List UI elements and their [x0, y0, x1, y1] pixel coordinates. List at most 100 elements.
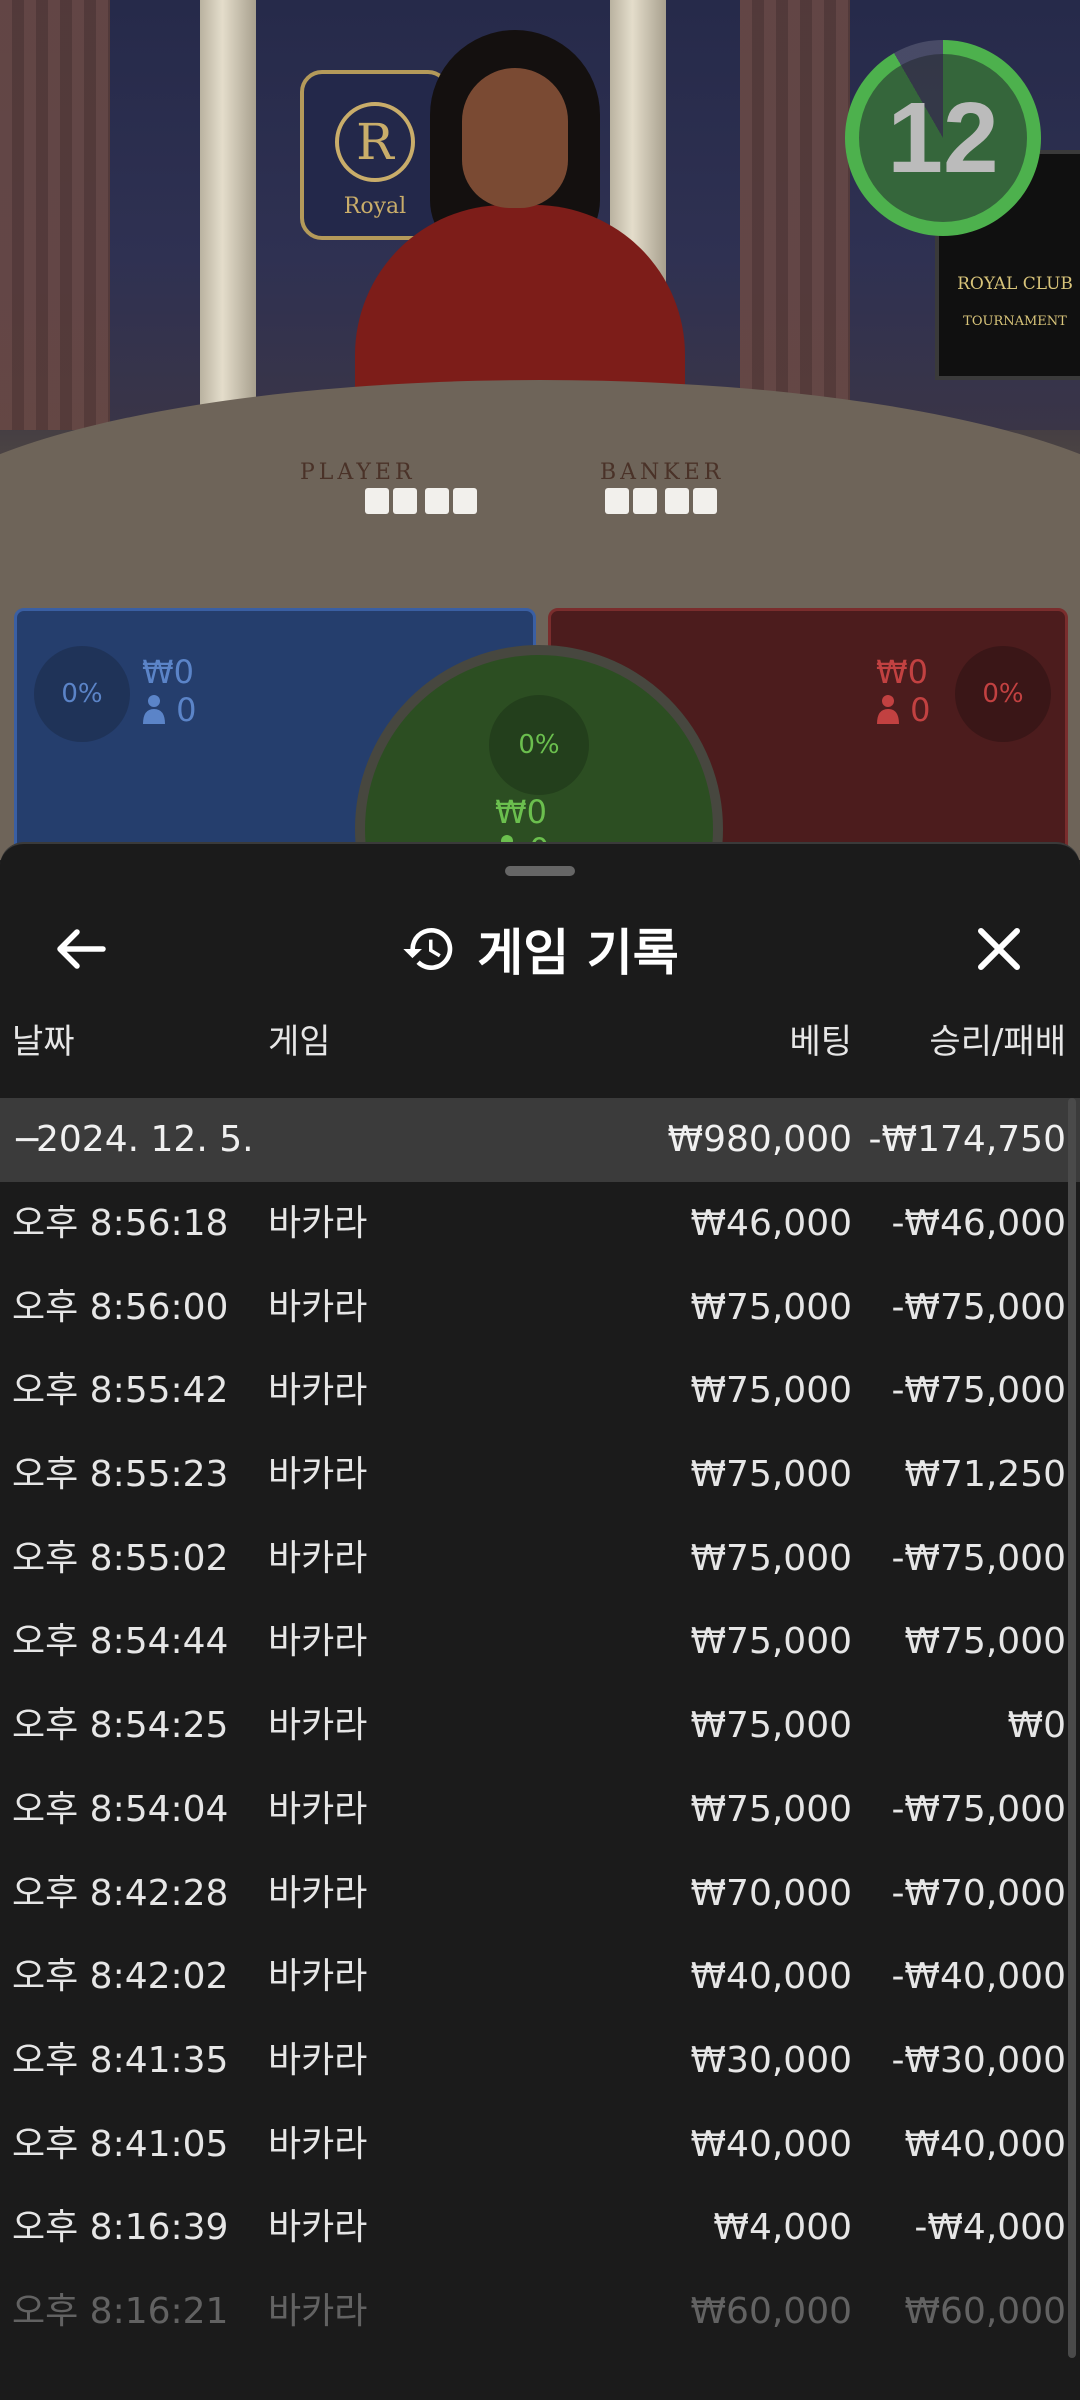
row-result: -₩30,000	[891, 2039, 1066, 2081]
playing-card	[605, 488, 629, 514]
row-bet: ₩40,000	[690, 1956, 852, 1998]
row-bet: ₩4,000	[713, 2207, 852, 2249]
scrollbar[interactable]	[1068, 1098, 1076, 2358]
row-bet: ₩75,000	[690, 1370, 852, 1412]
row-time: 오후 8:41:05	[12, 2123, 229, 2165]
curtain-left	[0, 0, 110, 430]
live-video-stream: R Royal ROYAL CLUB TOURNAMENT PLAYER BAN…	[0, 0, 1080, 860]
sheet-title: 게임 기록	[477, 924, 679, 982]
row-time: 오후 8:55:23	[12, 1454, 229, 1496]
row-bet: ₩60,000	[690, 2290, 852, 2332]
row-bet: ₩75,000	[690, 1537, 852, 1579]
table-row[interactable]: 오후 8:42:28 바카라 ₩70,000 -₩70,000	[0, 1852, 1080, 1936]
table-header: 날짜 게임 베팅 승리/패배	[0, 1012, 1080, 1072]
row-time: 오후 8:54:04	[12, 1788, 229, 1830]
row-bet: ₩40,000	[690, 2123, 852, 2165]
table-row[interactable]: 오후 8:55:23 바카라 ₩75,000 ₩71,250	[0, 1433, 1080, 1517]
column-header-result[interactable]: 승리/패배	[929, 1012, 1066, 1072]
history-icon	[403, 928, 453, 970]
playing-card	[693, 488, 717, 514]
row-game: 바카라	[268, 1705, 368, 1747]
table-row[interactable]: 오후 8:42:02 바카라 ₩40,000 -₩40,000	[0, 1935, 1080, 2019]
table-row[interactable]: 오후 8:16:21 바카라 ₩60,000 ₩60,000	[0, 2270, 1080, 2354]
tie-amount: ₩0	[495, 793, 547, 831]
table-row[interactable]: 오후 8:16:39 바카라 ₩4,000 -₩4,000	[0, 2186, 1080, 2270]
row-result: -₩75,000	[891, 1537, 1066, 1579]
monitor-title: ROYAL CLUB	[957, 274, 1073, 294]
tie-percent: 0%	[489, 695, 589, 795]
table-row[interactable]: 오후 8:54:25 바카라 ₩75,000 ₩0	[0, 1684, 1080, 1768]
banker-percent: 0%	[955, 646, 1051, 742]
row-bet: ₩30,000	[690, 2039, 852, 2081]
table-row[interactable]: 오후 8:55:02 바카라 ₩75,000 -₩75,000	[0, 1517, 1080, 1601]
row-time: 오후 8:16:39	[12, 2207, 229, 2249]
playing-card	[633, 488, 657, 514]
player-count: 0	[142, 691, 197, 729]
row-game: 바카라	[268, 2207, 368, 2249]
felt-label-banker: BANKER	[600, 460, 725, 485]
row-result: -₩75,000	[891, 1286, 1066, 1328]
row-result: ₩0	[1007, 1705, 1067, 1747]
pillar-left	[200, 0, 256, 420]
playing-card	[453, 488, 477, 514]
playing-card	[425, 488, 449, 514]
close-icon	[978, 928, 1020, 970]
day-bet-total: ₩980,000	[667, 1119, 852, 1160]
history-list: 오후 8:56:18 바카라 ₩46,000 -₩46,000 오후 8:56:00 바카…	[0, 1182, 1080, 2354]
row-time: 오후 8:42:02	[12, 1956, 229, 1998]
felt-label-player: PLAYER	[300, 460, 416, 485]
player-amount: ₩0	[142, 653, 194, 691]
day-result-total: -₩174,750	[868, 1119, 1066, 1160]
playing-card	[665, 488, 689, 514]
row-time: 오후 8:55:42	[12, 1370, 229, 1412]
row-bet: ₩75,000	[690, 1705, 852, 1747]
row-time: 오후 8:55:02	[12, 1537, 229, 1579]
row-result: -₩70,000	[891, 1872, 1066, 1914]
back-button[interactable]	[36, 904, 126, 994]
row-game: 바카라	[268, 1788, 368, 1830]
table-row[interactable]: 오후 8:41:35 바카라 ₩30,000 -₩30,000	[0, 2019, 1080, 2103]
sheet-drag-handle[interactable]	[505, 866, 575, 876]
row-time: 오후 8:54:44	[12, 1621, 229, 1663]
row-game: 바카라	[268, 1286, 368, 1328]
row-game: 바카라	[268, 1956, 368, 1998]
row-result: ₩75,000	[904, 1621, 1066, 1663]
person-icon	[877, 695, 899, 724]
close-button[interactable]	[954, 904, 1044, 994]
row-time: 오후 8:16:21	[12, 2290, 229, 2332]
row-game: 바카라	[268, 2290, 368, 2332]
row-game: 바카라	[268, 1537, 368, 1579]
banker-count: 0	[876, 691, 931, 729]
row-result: -₩75,000	[891, 1788, 1066, 1830]
person-icon	[143, 695, 165, 724]
player-percent: 0%	[34, 646, 130, 742]
row-result: ₩60,000	[904, 2290, 1066, 2332]
table-row[interactable]: 오후 8:56:18 바카라 ₩46,000 -₩46,000	[0, 1182, 1080, 1266]
banker-amount: ₩0	[876, 653, 928, 691]
row-time: 오후 8:41:35	[12, 2039, 229, 2081]
row-game: 바카라	[268, 2039, 368, 2081]
column-header-bet[interactable]: 베팅	[789, 1012, 852, 1072]
column-header-date[interactable]: 날짜	[12, 1012, 75, 1072]
day-group-row[interactable]: − 2024. 12. 5. ₩980,000 -₩174,750	[0, 1098, 1080, 1182]
playing-card	[393, 488, 417, 514]
game-history-sheet: 게임 기록 날짜 게임 베팅 승리/패배 − 2024. 12. 5. ₩980…	[0, 842, 1080, 2400]
row-time: 오후 8:56:18	[12, 1203, 229, 1244]
player-count-value: 0	[176, 691, 197, 729]
row-bet: ₩75,000	[690, 1788, 852, 1830]
table-row[interactable]: 오후 8:56:00 바카라 ₩75,000 -₩75,000	[0, 1266, 1080, 1350]
column-header-game[interactable]: 게임	[268, 1012, 331, 1072]
row-result: ₩40,000	[904, 2123, 1066, 2165]
row-bet: ₩75,000	[690, 1621, 852, 1663]
row-result: -₩75,000	[891, 1370, 1066, 1412]
table-row[interactable]: 오후 8:41:05 바카라 ₩40,000 ₩40,000	[0, 2103, 1080, 2187]
monitor-subtitle: TOURNAMENT	[963, 314, 1067, 329]
row-bet: ₩70,000	[690, 1872, 852, 1914]
row-game: 바카라	[268, 1370, 368, 1412]
table-row[interactable]: 오후 8:55:42 바카라 ₩75,000 -₩75,000	[0, 1349, 1080, 1433]
row-time: 오후 8:54:25	[12, 1705, 229, 1747]
table-row[interactable]: 오후 8:54:04 바카라 ₩75,000 -₩75,000	[0, 1768, 1080, 1852]
row-game: 바카라	[268, 2123, 368, 2165]
table-row[interactable]: 오후 8:54:44 바카라 ₩75,000 ₩75,000	[0, 1600, 1080, 1684]
row-bet: ₩75,000	[690, 1454, 852, 1496]
